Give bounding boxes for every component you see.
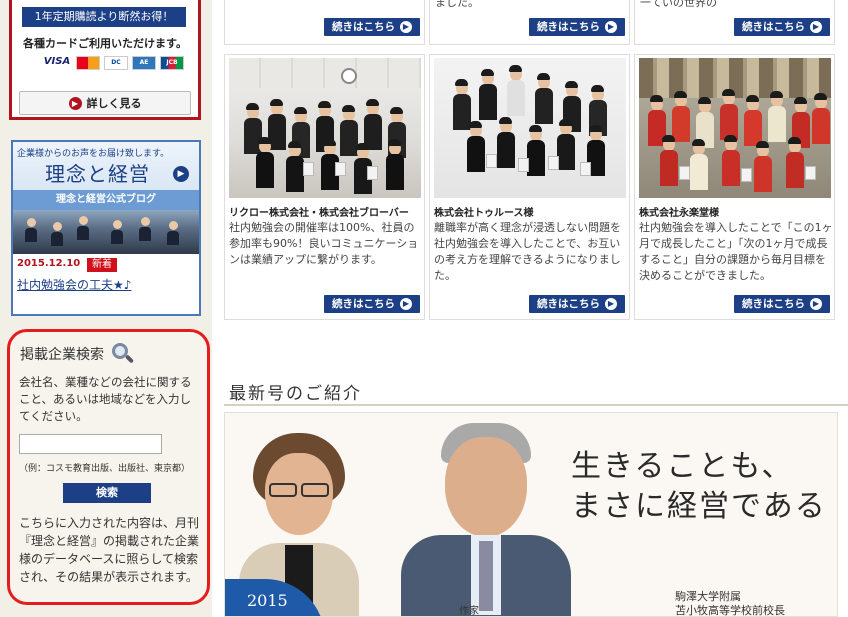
search-note: こちらに入力された内容は、月刊『理念と経営』の掲載された企業様のデータベースに照… bbox=[19, 516, 200, 584]
search-description: 会社名、業種などの会社に関すること、あるいは地域などを入力してください。 bbox=[19, 375, 192, 423]
card-payment-text: 各種カードご利用いただけます。 bbox=[23, 37, 187, 50]
left-sidebar: 1年定期購読より断然お得！ 各種カードご利用いただけます。 VISA DC AE… bbox=[0, 0, 212, 617]
main-content: 続きはこちら ▶ ました。 続きはこちら ▶ 一ていの世界の 続きはこちら ▶ bbox=[212, 0, 848, 617]
arrow-right-icon: ▶ bbox=[173, 166, 189, 182]
read-more-label: 続きはこちら bbox=[537, 298, 600, 310]
case-text-partial: ました。 bbox=[435, 0, 479, 9]
case-summary: 社内勉強会の開催率は100%、社員の参加率も90%！良いコミュニケーションは業績… bbox=[229, 221, 419, 266]
arrow-right-icon: ▶ bbox=[810, 21, 822, 33]
arrow-right-icon: ▶ bbox=[400, 298, 412, 310]
card-logos: VISA DC AE JCB bbox=[42, 56, 184, 72]
latest-issue-cover[interactable]: 生きることも、 まさに経営である 2015 作家 駒澤大学附属 苫小牧高等学校前… bbox=[224, 412, 838, 617]
case-summary: 離職率が高く理念が浸透しない問題を社内勉強会を導入したことで、お互いの考え方を理… bbox=[434, 221, 621, 282]
read-more-label: 続きはこちら bbox=[742, 21, 805, 33]
arrow-right-icon: ▶ bbox=[810, 298, 822, 310]
campaign-headline: 1年定期購読より断然お得！ bbox=[22, 7, 186, 27]
section-divider bbox=[224, 404, 848, 406]
company-search-heading: 掲載企業検索 bbox=[20, 347, 104, 363]
cover-caption-title: 苫小牧高等学校前校長 bbox=[675, 604, 785, 617]
case-card-partial: 続きはこちら ▶ bbox=[224, 0, 425, 45]
case-company-name: 株式会社トゥルース様 bbox=[434, 208, 534, 219]
case-photo bbox=[229, 58, 421, 198]
read-more-button[interactable]: 続きはこちら ▶ bbox=[529, 295, 625, 313]
arrow-right-icon: ▶ bbox=[400, 21, 412, 33]
cover-caption-author: 作家 bbox=[459, 606, 479, 617]
blog-title-bar: 理念と経営公式ブログ bbox=[13, 190, 199, 210]
case-card-partial: ました。 続きはこちら ▶ bbox=[429, 0, 630, 45]
read-more-label: 続きはこちら bbox=[332, 21, 395, 33]
case-study-card: リクロー株式会社・株式会社ブローバー 社内勉強会の開催率は100%、社員の参加率… bbox=[224, 54, 425, 320]
case-study-card: 株式会社永楽堂様 社内勉強会を導入したことで「この1ヶ月で成長したこと」「次の1… bbox=[634, 54, 835, 320]
cover-headline: 生きることも、 まさに経営である bbox=[571, 447, 827, 527]
new-badge: 新着 bbox=[87, 258, 117, 272]
jcb-logo-icon: JCB bbox=[160, 56, 184, 70]
case-text-partial: 一ていの世界の bbox=[640, 0, 717, 9]
diners-logo-icon: DC bbox=[104, 56, 128, 70]
blog-post-link[interactable]: 社内勉強会の工夫★♪ bbox=[17, 276, 131, 293]
case-card-partial: 一ていの世界の 続きはこちら ▶ bbox=[634, 0, 835, 45]
search-example-hint: （例：コスモ教育出版、出版社、東京都） bbox=[19, 464, 191, 474]
case-summary: 社内勉強会を導入したことで「この1ヶ月で成長したこと」「次の1ヶ月で成長すること… bbox=[639, 221, 833, 282]
see-details-label: 詳しく見る bbox=[86, 97, 142, 110]
cover-portrait-right bbox=[401, 423, 571, 616]
arrow-right-icon: ▶ bbox=[605, 298, 617, 310]
read-more-label: 続きはこちら bbox=[537, 21, 600, 33]
see-details-button[interactable]: ▶ 詳しく見る bbox=[19, 91, 191, 115]
company-search-title: 掲載企業検索 bbox=[20, 343, 135, 365]
arrow-right-icon: ▶ bbox=[68, 96, 82, 110]
search-button[interactable]: 検索 bbox=[63, 483, 151, 503]
blog-photo bbox=[13, 210, 199, 254]
case-photo bbox=[639, 58, 831, 198]
latest-issue-heading: 最新号のご紹介 bbox=[229, 384, 362, 404]
official-blog-banner[interactable]: 企業様からのお声をお届け致します。 理念と経営 ▶ 理念と経営公式ブログ 201… bbox=[11, 140, 201, 316]
blog-post-date: 2015.12.10 bbox=[17, 258, 81, 269]
case-photo bbox=[434, 58, 626, 198]
cover-headline-line-1: 生きることも、 bbox=[571, 449, 794, 484]
subscription-campaign-banner[interactable]: 1年定期購読より断然お得！ 各種カードご利用いただけます。 VISA DC AE… bbox=[9, 0, 201, 120]
read-more-button[interactable]: 続きはこちら ▶ bbox=[529, 18, 625, 36]
read-more-button[interactable]: 続きはこちら ▶ bbox=[734, 295, 830, 313]
cover-year: 2015 bbox=[247, 591, 288, 610]
case-company-name: 株式会社永楽堂様 bbox=[639, 208, 719, 219]
cover-headline-line-2: まさに経営である bbox=[571, 489, 827, 524]
visa-logo-icon: VISA bbox=[42, 56, 72, 70]
case-company-name: リクロー株式会社・株式会社ブローバー bbox=[229, 208, 409, 219]
read-more-button[interactable]: 続きはこちら ▶ bbox=[324, 18, 420, 36]
company-search-input[interactable] bbox=[19, 434, 162, 454]
read-more-label: 続きはこちら bbox=[742, 298, 805, 310]
read-more-label: 続きはこちら bbox=[332, 298, 395, 310]
read-more-button[interactable]: 続きはこちら ▶ bbox=[734, 18, 830, 36]
read-more-button[interactable]: 続きはこちら ▶ bbox=[324, 295, 420, 313]
magnifier-icon bbox=[112, 343, 135, 365]
arrow-right-icon: ▶ bbox=[605, 21, 617, 33]
blog-logo: 理念と経営 bbox=[45, 162, 150, 186]
amex-logo-icon: AE bbox=[132, 56, 156, 70]
case-study-card: 株式会社トゥルース様 離職率が高く理念が浸透しない問題を社内勉強会を導入したこと… bbox=[429, 54, 630, 320]
company-search-panel: 掲載企業検索 会社名、業種などの会社に関すること、あるいは地域などを入力してくだ… bbox=[7, 329, 210, 605]
mastercard-logo-icon bbox=[76, 56, 100, 70]
